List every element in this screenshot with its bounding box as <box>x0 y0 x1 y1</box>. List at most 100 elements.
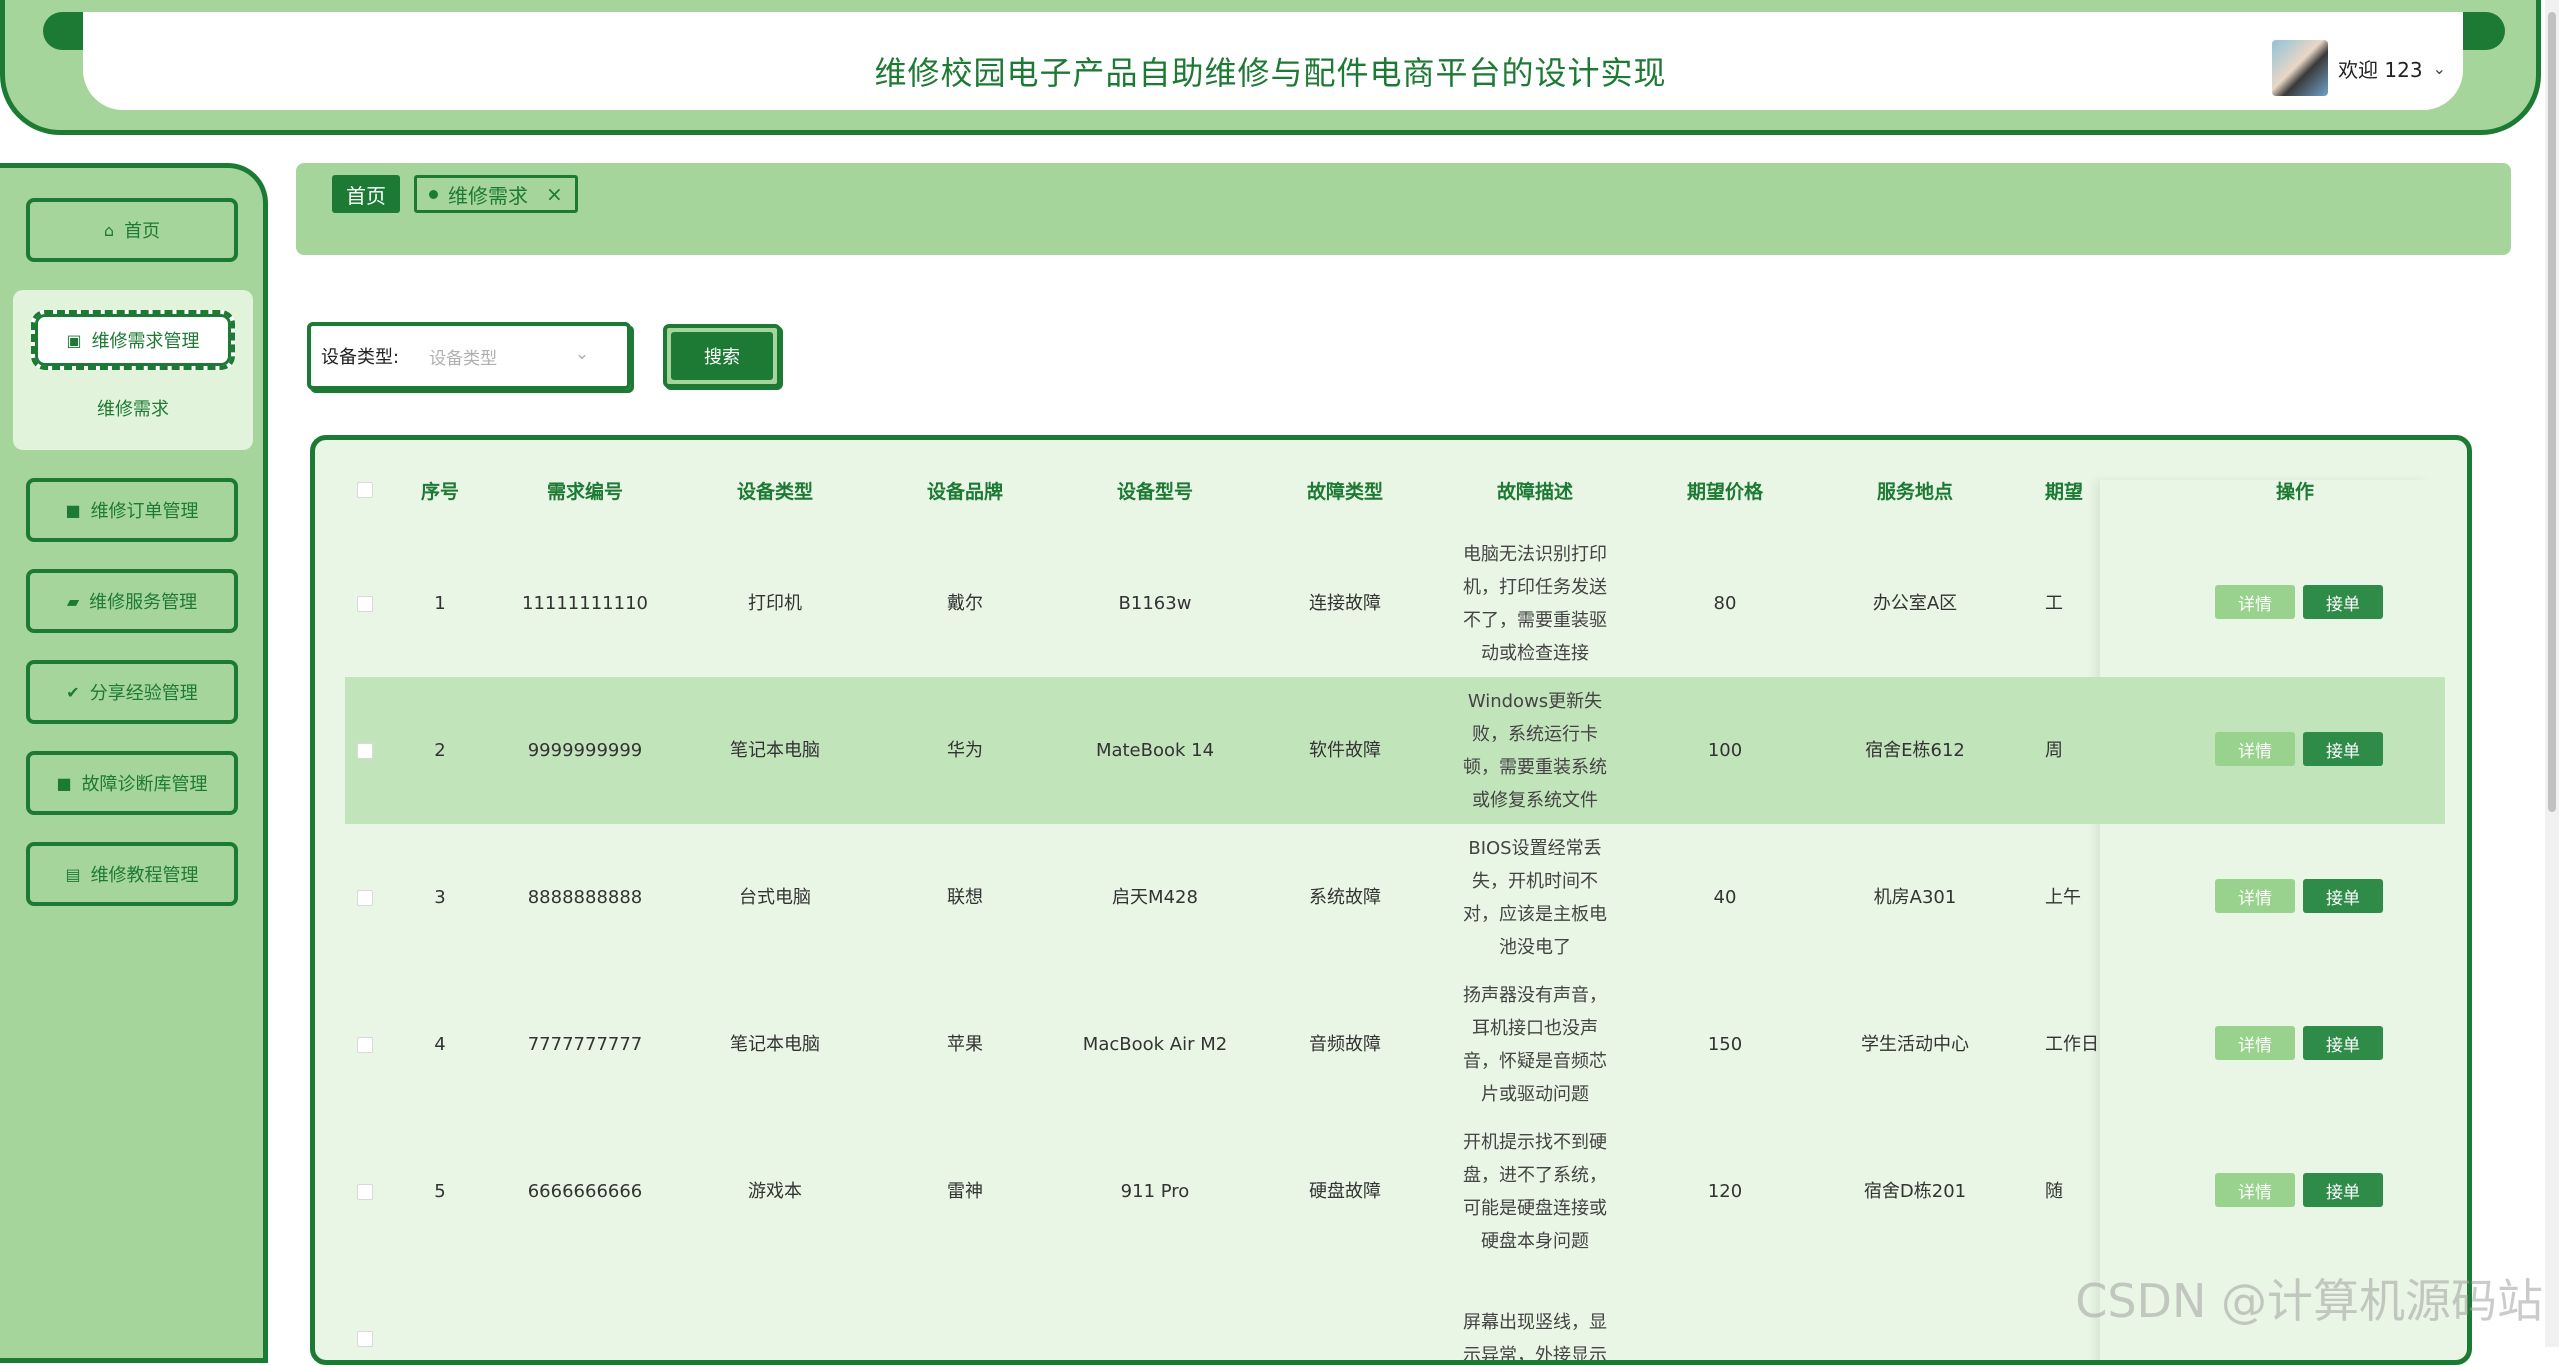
table-header: 序号 需求编号 设备类型 设备品牌 设备型号 故障类型 故障描述 期望价格 服务… <box>345 470 2465 510</box>
cell-model: MateBook 14 <box>1065 677 1245 824</box>
description-line: 可能是硬盘连接或 <box>1463 1192 1607 1225</box>
select-placeholder: 设备类型 <box>429 344 497 369</box>
close-icon[interactable]: × <box>546 182 563 206</box>
avatar[interactable] <box>2272 40 2328 96</box>
detail-button[interactable]: 详情 <box>2215 1026 2295 1060</box>
search-button[interactable]: 搜索 <box>663 324 781 388</box>
description-line: 音，怀疑是音频芯 <box>1463 1045 1607 1078</box>
cell-price: 100 <box>1635 677 1815 824</box>
sidebar-item-share-experience-management[interactable]: ✔ 分享经验管理 <box>26 660 238 724</box>
accept-order-button[interactable]: 接单 <box>2303 585 2383 619</box>
column-header[interactable]: 需求编号 <box>495 470 675 510</box>
cell-expect: 周 <box>2045 677 2125 824</box>
column-header[interactable]: 设备型号 <box>1065 470 1245 510</box>
detail-button[interactable]: 详情 <box>2215 879 2295 913</box>
column-header[interactable]: 期望价格 <box>1635 470 1815 510</box>
page-scrollbar[interactable] <box>2545 0 2559 1347</box>
sidebar-active-group: ▣ 维修需求管理 维修需求 <box>13 290 253 450</box>
cell-idx: 5 <box>385 1118 495 1265</box>
row-checkbox[interactable] <box>357 743 373 759</box>
column-header[interactable]: 期望 <box>2045 470 2125 510</box>
row-checkbox[interactable] <box>357 1037 373 1053</box>
row-checkbox-cell <box>345 971 385 1118</box>
cell-expect: 工作日 <box>2045 971 2125 1118</box>
description-line: 电脑无法识别打印 <box>1463 538 1607 571</box>
table-row[interactable]: 47777777777笔记本电脑苹果MacBook Air M2音频故障扬声器没… <box>345 971 2445 1118</box>
sidebar-item-repair-demand-management[interactable]: ▣ 维修需求管理 <box>31 310 235 370</box>
top-header: 维修校园电子产品自助维修与配件电商平台的设计实现 欢迎 123 ⌄ <box>0 0 2541 135</box>
cell-place: 机房A301 <box>1825 824 2005 971</box>
tab-home[interactable]: 首页 <box>332 175 400 213</box>
table-row[interactable]: 56666666666游戏本雷神911 Pro硬盘故障开机提示找不到硬盘，进不了… <box>345 1118 2445 1265</box>
device-type-select[interactable]: 设备类型 ⌄ <box>429 344 589 369</box>
column-header[interactable]: 故障描述 <box>1445 470 1625 510</box>
row-checkbox[interactable] <box>357 1331 373 1347</box>
cell-code: 11111111110 <box>495 530 675 677</box>
cell-idx: 3 <box>385 824 495 971</box>
cell-brand: 苹果 <box>875 971 1055 1118</box>
column-header[interactable]: 故障类型 <box>1255 470 1435 510</box>
description-line: 池没电了 <box>1463 931 1607 964</box>
cell-model: MacBook Air M2 <box>1065 971 1245 1118</box>
table-row[interactable]: 38888888888台式电脑联想启天M428系统故障BIOS设置经常丢失，开机… <box>345 824 2445 971</box>
cell-price <box>1635 1265 1815 1365</box>
accept-order-button[interactable]: 接单 <box>2303 1026 2383 1060</box>
table-row[interactable]: 29999999999笔记本电脑华为MateBook 14软件故障Windows… <box>345 677 2445 824</box>
chevron-down-icon[interactable]: ⌄ <box>2433 59 2446 78</box>
sidebar-subitem-repair-demand[interactable]: 维修需求 <box>13 395 253 421</box>
cell-desc: 扬声器没有声音，耳机接口也没声音，怀疑是音频芯片或驱动问题 <box>1445 971 1625 1118</box>
scroll-thumb[interactable] <box>2548 12 2556 812</box>
column-header[interactable]: 设备类型 <box>685 470 865 510</box>
welcome-text: 欢迎 123 <box>2338 54 2423 83</box>
watermark: CSDN @计算机源码站 <box>2075 1265 2543 1331</box>
row-checkbox[interactable] <box>357 890 373 906</box>
description-line: 开机提示找不到硬 <box>1463 1126 1607 1159</box>
row-checkbox-cell <box>345 1118 385 1265</box>
detail-button[interactable]: 详情 <box>2215 1173 2295 1207</box>
sidebar-item-fault-diagnosis-management[interactable]: ■ 故障诊断库管理 <box>26 751 238 815</box>
cell-desc: 电脑无法识别打印机，打印任务发送不了，需要重装驱动或检查连接 <box>1445 530 1625 677</box>
tab-repair-demand[interactable]: 维修需求 × <box>414 175 578 213</box>
cell-fault: 硬盘故障 <box>1255 1118 1435 1265</box>
cell-model: B1163w <box>1065 530 1245 677</box>
column-header[interactable]: 设备品牌 <box>875 470 1055 510</box>
accept-order-button[interactable]: 接单 <box>2303 1173 2383 1207</box>
app-title: 维修校园电子产品自助维修与配件电商平台的设计实现 <box>5 48 2536 94</box>
description-line: 片或驱动问题 <box>1463 1078 1607 1111</box>
row-actions: 详情接单 <box>2215 1026 2383 1060</box>
row-actions: 详情接单 <box>2215 879 2383 913</box>
sidebar-item-label: 维修订单管理 <box>91 497 199 523</box>
cell-price: 80 <box>1635 530 1815 677</box>
detail-button[interactable]: 详情 <box>2215 585 2295 619</box>
select-all-checkbox[interactable] <box>357 482 373 498</box>
sidebar-item-repair-service-management[interactable]: ▰ 维修服务管理 <box>26 569 238 633</box>
cell-model: 启天M428 <box>1065 824 1245 971</box>
sidebar-item-label: 分享经验管理 <box>90 679 198 705</box>
row-checkbox[interactable] <box>357 596 373 612</box>
tab-bar: 首页 维修需求 × <box>296 163 2511 255</box>
sidebar: ⌂ 首页 ▣ 维修需求管理 维修需求 ■ 维修订单管理 ▰ 维修服务管理 ✔ 分… <box>0 163 268 1363</box>
column-header[interactable]: 服务地点 <box>1825 470 2005 510</box>
description-line: 动或检查连接 <box>1463 637 1607 670</box>
table-row[interactable]: 111111111110打印机戴尔B1163w连接故障电脑无法识别打印机，打印任… <box>345 530 2445 677</box>
cell-code <box>495 1265 675 1365</box>
cell-type: 笔记本电脑 <box>685 677 865 824</box>
row-checkbox[interactable] <box>357 1184 373 1200</box>
column-header[interactable]: 序号 <box>385 470 495 510</box>
sidebar-item-repair-order-management[interactable]: ■ 维修订单管理 <box>26 478 238 542</box>
row-actions: 详情接单 <box>2215 732 2383 766</box>
cell-idx: 4 <box>385 971 495 1118</box>
cell-brand: 联想 <box>875 824 1055 971</box>
user-menu[interactable]: 欢迎 123 ⌄ <box>2272 40 2446 96</box>
accept-order-button[interactable]: 接单 <box>2303 879 2383 913</box>
detail-button[interactable]: 详情 <box>2215 732 2295 766</box>
book-icon: ▤ <box>65 865 80 884</box>
folder-icon: ▰ <box>67 592 79 611</box>
cell-code: 9999999999 <box>495 677 675 824</box>
sidebar-item-home[interactable]: ⌂ 首页 <box>26 198 238 262</box>
cell-brand <box>875 1265 1055 1365</box>
cell-type <box>685 1265 865 1365</box>
accept-order-button[interactable]: 接单 <box>2303 732 2383 766</box>
sidebar-item-repair-tutorial-management[interactable]: ▤ 维修教程管理 <box>26 842 238 906</box>
description-lines: 扬声器没有声音，耳机接口也没声音，怀疑是音频芯片或驱动问题 <box>1463 979 1607 1111</box>
